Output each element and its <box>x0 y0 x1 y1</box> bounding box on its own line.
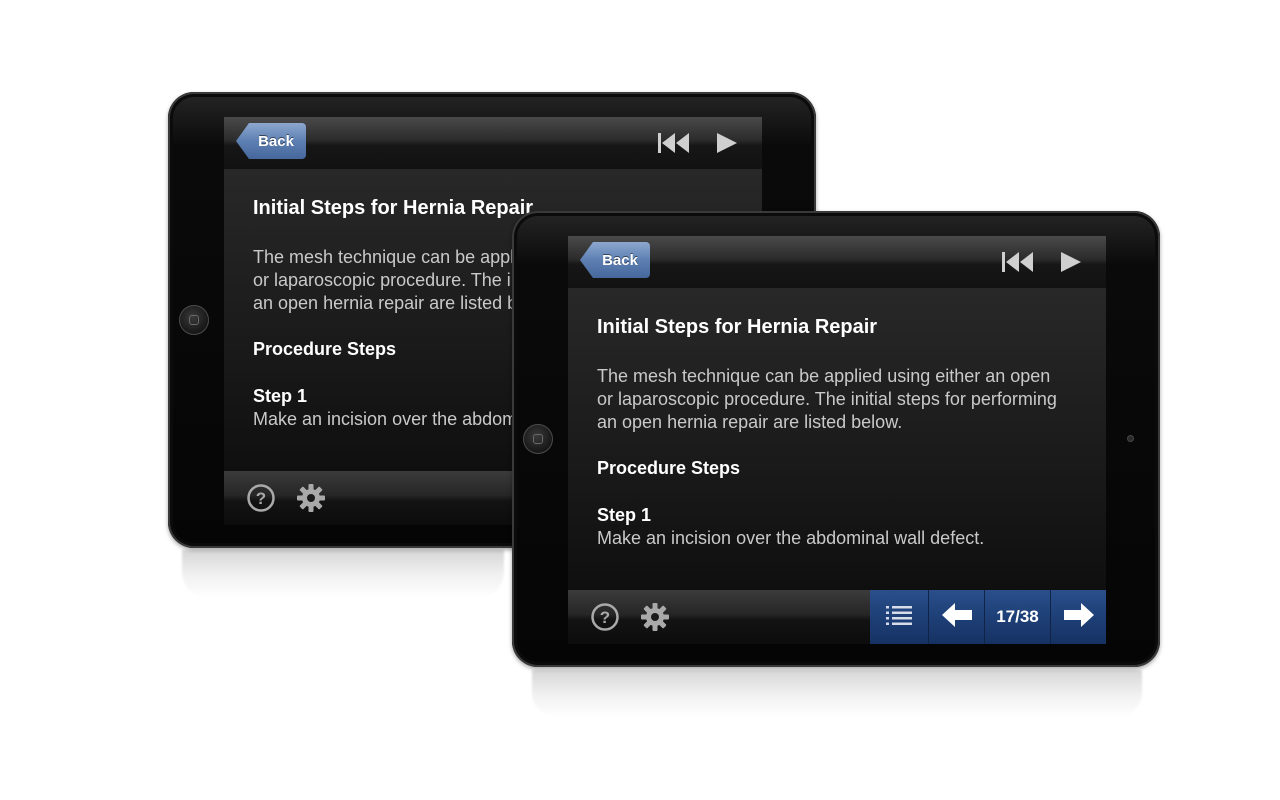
header-bar: Back <box>568 236 1106 288</box>
play-icon[interactable] <box>716 131 738 160</box>
contents-list-button[interactable] <box>870 590 928 644</box>
page-title: Initial Steps for Hernia Repair <box>597 316 878 338</box>
header-bar: Back <box>224 117 762 169</box>
page-indicator: 17/38 <box>984 590 1050 644</box>
step-title: Step 1 <box>597 505 652 525</box>
home-button[interactable] <box>523 424 553 454</box>
section-heading: Procedure Steps <box>597 458 741 478</box>
back-tablet-reflection <box>182 550 504 598</box>
arrow-right-icon <box>1063 602 1094 632</box>
footer-bar: ? 17/38 <box>568 590 1106 644</box>
front-tablet-reflection <box>532 670 1142 718</box>
rewind-icon[interactable] <box>658 131 692 160</box>
rewind-icon[interactable] <box>1002 250 1036 279</box>
step-text: Make an incision over the abdominal wall… <box>597 528 985 548</box>
gear-icon[interactable] <box>640 602 670 637</box>
page-title: Initial Steps for Hernia Repair <box>253 197 534 219</box>
help-icon[interactable]: ? <box>590 602 620 637</box>
home-button[interactable] <box>179 305 209 335</box>
play-icon[interactable] <box>1060 250 1082 279</box>
front-tablet-screen: Back Initial Steps for Hernia Repair The… <box>568 236 1106 644</box>
page-navigation: 17/38 <box>870 590 1106 644</box>
content-area: Initial Steps for Hernia Repair The mesh… <box>568 288 1106 590</box>
section-heading: Procedure Steps <box>253 339 397 359</box>
front-tablet: Back Initial Steps for Hernia Repair The… <box>512 211 1160 667</box>
camera-lens <box>1127 435 1134 442</box>
list-icon <box>886 603 912 632</box>
intro-text: The mesh technique can be applied using … <box>597 366 1057 432</box>
help-icon[interactable]: ? <box>246 483 276 518</box>
step-title: Step 1 <box>253 386 308 406</box>
previous-page-button[interactable] <box>928 590 984 644</box>
svg-text:?: ? <box>600 608 610 627</box>
svg-text:?: ? <box>256 489 266 508</box>
gear-icon[interactable] <box>296 483 326 518</box>
back-button[interactable]: Back <box>580 242 650 278</box>
arrow-left-icon <box>941 602 972 632</box>
next-page-button[interactable] <box>1050 590 1106 644</box>
back-button[interactable]: Back <box>236 123 306 159</box>
